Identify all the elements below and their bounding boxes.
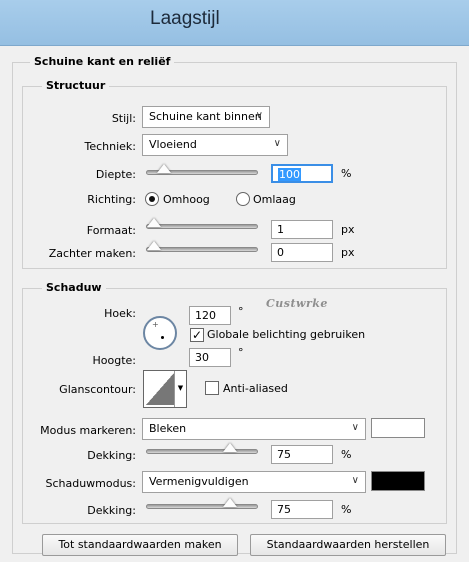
- chevron-down-icon: ∨: [273, 138, 281, 149]
- technique-select[interactable]: Vloeiend ∨: [142, 134, 288, 156]
- size-input[interactable]: 1: [271, 220, 333, 239]
- angle-label: Hoek:: [104, 307, 136, 320]
- highlight-opacity-handle[interactable]: [222, 443, 237, 452]
- highlight-opacity-unit: %: [341, 448, 352, 461]
- depth-slider-handle[interactable]: [156, 164, 171, 173]
- highlight-color-swatch[interactable]: [371, 418, 425, 438]
- direction-label: Richting:: [87, 193, 136, 206]
- direction-up-label[interactable]: Omhoog: [163, 193, 210, 206]
- shadow-mode-label: Schaduwmodus:: [45, 477, 136, 490]
- depth-input-value: 100: [278, 168, 301, 181]
- direction-up-radio[interactable]: [145, 192, 159, 206]
- bevel-emboss-title: Schuine kant en reliëf: [30, 55, 175, 68]
- direction-down-radio[interactable]: [236, 192, 250, 206]
- depth-input[interactable]: 100: [271, 164, 333, 183]
- soften-slider-handle[interactable]: [147, 241, 161, 250]
- soften-slider[interactable]: [146, 241, 258, 252]
- angle-unit: °: [238, 305, 244, 318]
- chevron-down-icon: ∨: [255, 110, 263, 121]
- soften-input-value: 0: [277, 246, 284, 259]
- chevron-down-icon: ∨: [351, 422, 359, 433]
- technique-select-value: Vloeiend: [149, 138, 197, 151]
- title-bar: Laagstijl: [0, 0, 469, 46]
- style-select-value: Schuine kant binnen: [149, 110, 262, 123]
- caret-down-icon[interactable]: ▼: [174, 371, 186, 407]
- global-light-checkbox[interactable]: ✓: [190, 328, 204, 342]
- angle-input-value: 120: [195, 309, 216, 322]
- shadow-opacity-slider[interactable]: [146, 498, 258, 509]
- shading-legend: Schaduw: [42, 281, 106, 294]
- anti-aliased-label[interactable]: Anti-aliased: [223, 382, 288, 395]
- angle-dial[interactable]: +: [143, 316, 177, 350]
- altitude-label: Hoogte:: [92, 354, 136, 367]
- size-slider[interactable]: [146, 218, 258, 229]
- chevron-down-icon: ∨: [351, 475, 359, 486]
- gloss-contour-label: Glanscontour:: [59, 383, 136, 396]
- contour-preview: [146, 373, 174, 405]
- depth-unit: %: [341, 167, 352, 180]
- shadow-opacity-unit: %: [341, 503, 352, 516]
- shadow-mode-value: Vermenigvuldigen: [149, 475, 249, 488]
- structure-legend: Structuur: [42, 79, 110, 92]
- global-light-label[interactable]: Globale belichting gebruiken: [207, 328, 365, 341]
- shadow-opacity-value: 75: [277, 503, 291, 516]
- gloss-contour-picker[interactable]: ▼: [143, 370, 187, 408]
- altitude-input-value: 30: [195, 351, 209, 364]
- style-select[interactable]: Schuine kant binnen ∨: [142, 106, 270, 128]
- reset-default-button[interactable]: Standaardwaarden herstellen: [250, 534, 446, 556]
- style-label: Stijl:: [111, 112, 136, 125]
- highlight-mode-select[interactable]: Bleken ∨: [142, 418, 366, 440]
- shadow-mode-select[interactable]: Vermenigvuldigen ∨: [142, 471, 366, 493]
- size-label: Formaat:: [86, 224, 136, 237]
- shadow-opacity-handle[interactable]: [222, 498, 237, 507]
- anti-aliased-checkbox[interactable]: [205, 381, 219, 395]
- watermark-text: Custwrke: [266, 297, 328, 310]
- window-title: Laagstijl: [150, 8, 220, 29]
- size-unit: px: [341, 223, 355, 236]
- light-direction-dot: [161, 336, 164, 339]
- highlight-opacity-value: 75: [277, 448, 291, 461]
- shadow-color-swatch[interactable]: [371, 471, 425, 491]
- highlight-opacity-input[interactable]: 75: [271, 445, 333, 464]
- size-slider-handle[interactable]: [147, 218, 161, 227]
- highlight-opacity-label: Dekking:: [87, 449, 136, 462]
- size-input-value: 1: [277, 223, 284, 236]
- depth-label: Diepte:: [95, 168, 136, 181]
- shadow-opacity-label: Dekking:: [87, 504, 136, 517]
- soften-label: Zachter maken:: [48, 247, 136, 260]
- highlight-mode-label: Modus markeren:: [40, 424, 136, 437]
- depth-slider[interactable]: [146, 164, 258, 175]
- angle-input[interactable]: 120: [189, 306, 231, 325]
- direction-down-label[interactable]: Omlaag: [253, 193, 296, 206]
- make-default-button[interactable]: Tot standaardwaarden maken: [42, 534, 238, 556]
- highlight-opacity-slider[interactable]: [146, 443, 258, 454]
- altitude-input[interactable]: 30: [189, 348, 231, 367]
- soften-input[interactable]: 0: [271, 243, 333, 262]
- soften-unit: px: [341, 246, 355, 259]
- shadow-opacity-input[interactable]: 75: [271, 500, 333, 519]
- technique-label: Techniek:: [84, 140, 136, 153]
- altitude-unit: °: [238, 346, 244, 359]
- highlight-mode-value: Bleken: [149, 422, 187, 435]
- crosshair-icon: +: [152, 320, 159, 329]
